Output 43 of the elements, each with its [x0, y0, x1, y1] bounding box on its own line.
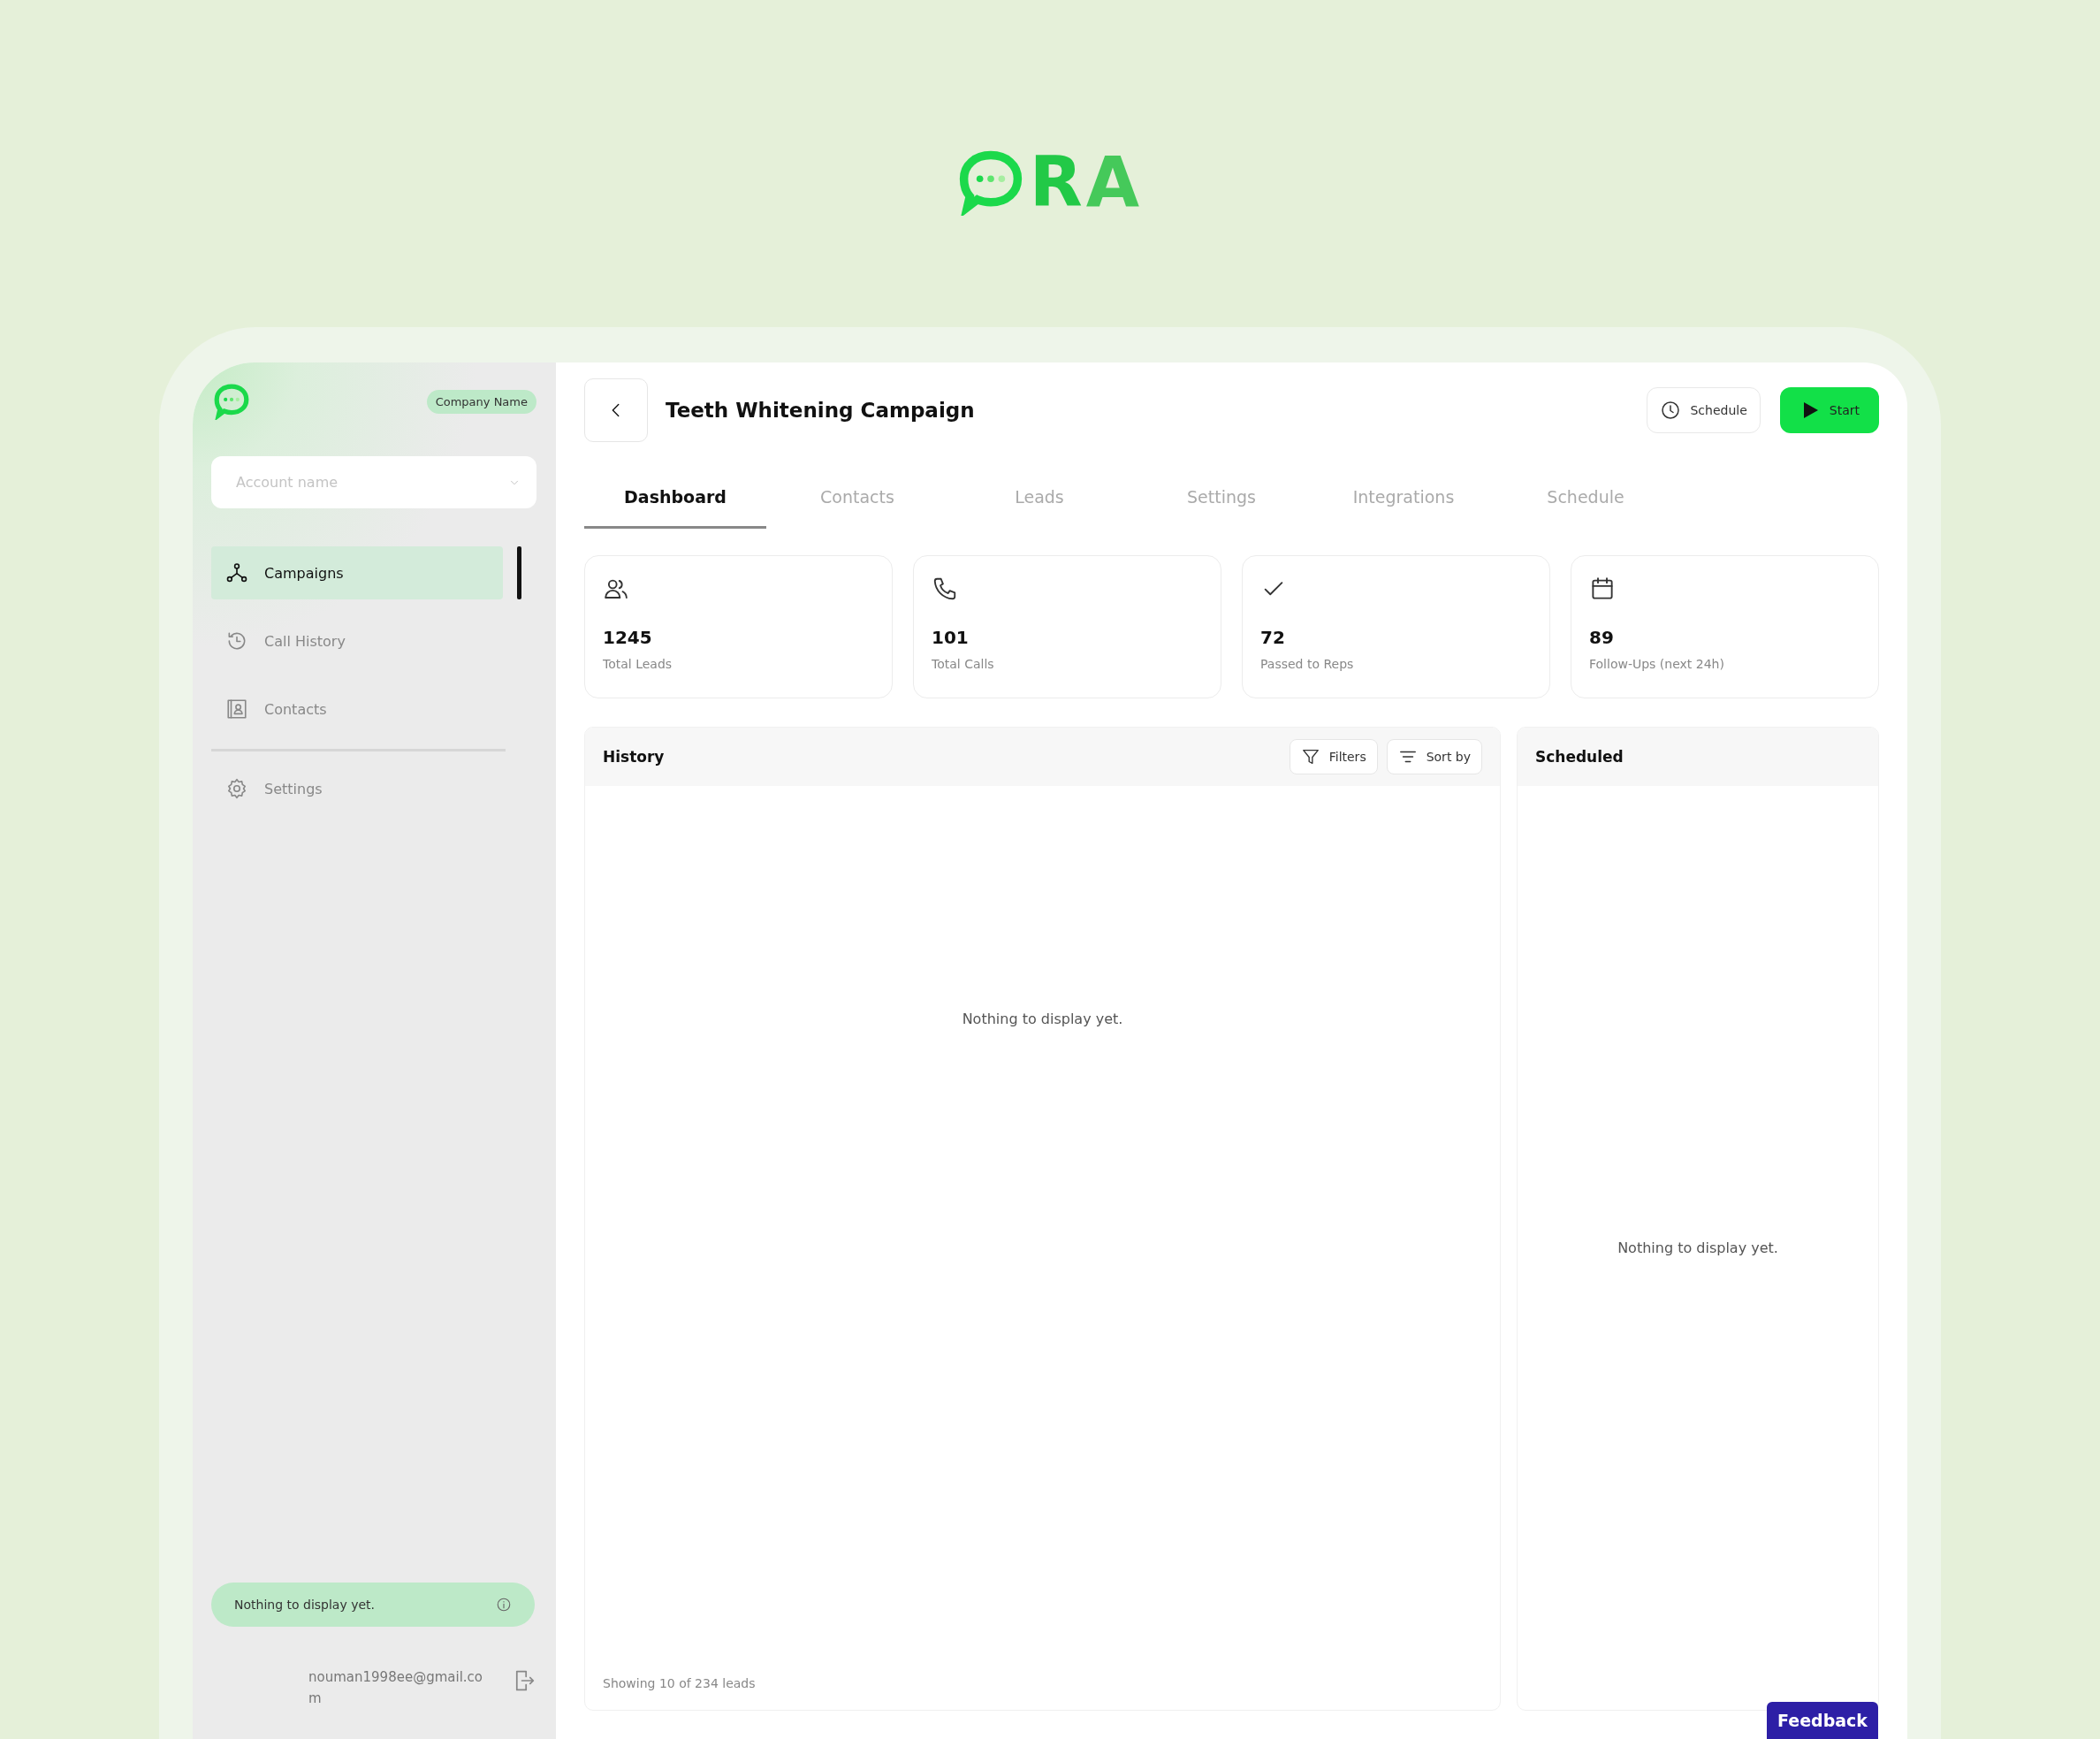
clock-icon [1660, 400, 1682, 421]
sort-button[interactable]: Sort by [1386, 739, 1482, 774]
user-email: nouman1998ee@gmail.com [308, 1668, 483, 1708]
tab[interactable]: Contacts [766, 477, 948, 529]
speech-bubble-icon [213, 383, 250, 420]
info-icon [496, 1597, 512, 1613]
pagination-text: Showing 10 of 234 leads [602, 1676, 757, 1692]
filters-button[interactable]: Filters [1289, 739, 1378, 774]
settings-icon [225, 777, 248, 800]
stat-value: 101 [932, 627, 969, 648]
stat-label: Follow-Ups (next 24h) [1589, 657, 1724, 671]
panel-title: Scheduled [1535, 748, 1624, 766]
stat-label: Total Calls [932, 657, 994, 671]
stat-value: 1245 [603, 627, 652, 648]
account-select[interactable]: Account name [211, 456, 536, 508]
panel-title: History [603, 748, 665, 766]
tab[interactable]: Integrations [1312, 477, 1495, 529]
empty-message: Nothing to display yet. [962, 1011, 1123, 1027]
stat-label: Passed to Reps [1260, 657, 1354, 671]
nav-item[interactable]: Settings [211, 762, 503, 815]
nav-item[interactable]: Campaigns [211, 546, 503, 599]
calendar-icon [1589, 576, 1616, 602]
nav-item[interactable]: Contacts [211, 683, 503, 736]
empty-message: Nothing to display yet. [1617, 1239, 1778, 1256]
campaign-title: Teeth Whitening Campaign [666, 399, 976, 422]
nav-item[interactable]: Call History [211, 614, 503, 667]
tab[interactable]: Schedule [1495, 477, 1677, 529]
phone-icon [932, 576, 958, 602]
contact-book-icon [225, 698, 248, 721]
stat-value: 89 [1589, 627, 1614, 648]
network-icon [225, 561, 248, 584]
feedback-button[interactable]: Feedback [1767, 1702, 1878, 1739]
stat-label: Total Leads [603, 657, 673, 671]
notice-text: Nothing to display yet. [234, 1598, 375, 1612]
company-badge: Company Name [426, 389, 536, 414]
start-button[interactable]: Start [1779, 387, 1879, 433]
schedule-button[interactable]: Schedule [1647, 387, 1761, 433]
tab[interactable]: Dashboard [584, 477, 766, 529]
tab[interactable]: Leads [948, 477, 1130, 529]
tab[interactable]: Settings [1130, 477, 1312, 529]
active-indicator [517, 546, 521, 599]
filter-icon [1300, 747, 1320, 767]
stat-value: 72 [1260, 627, 1285, 648]
